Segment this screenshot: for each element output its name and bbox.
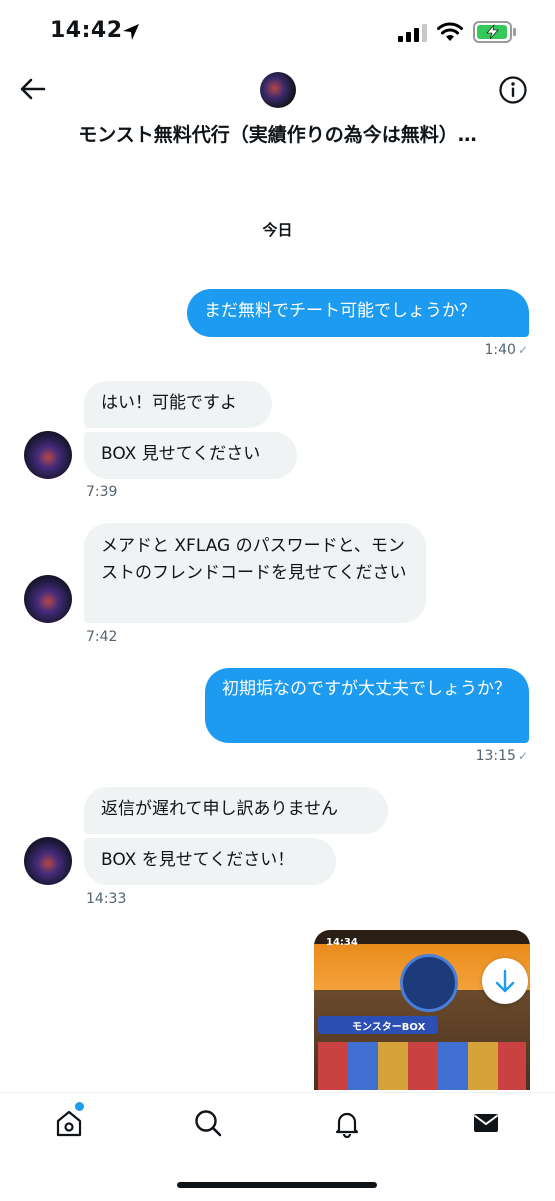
status-time: 14:42 <box>50 18 123 43</box>
message-timestamp: 7:39 <box>86 484 118 500</box>
wifi-icon <box>437 22 463 41</box>
message-bubble-incoming[interactable]: メアドと XFLAG のパスワードと、モンストのフレンドコードを見せてください <box>84 523 426 623</box>
bell-icon[interactable] <box>332 1108 362 1138</box>
search-icon[interactable] <box>193 1108 223 1138</box>
back-arrow-icon[interactable] <box>18 74 48 104</box>
message-text: メアドと XFLAG のパスワードと、モンストのフレンドコードを見せてください <box>101 536 407 583</box>
location-arrow-icon <box>123 24 139 40</box>
battery-charging-icon <box>473 21 516 43</box>
attachment-clock-text: 14:34 <box>326 937 358 948</box>
message-bubble-incoming[interactable]: はい！可能ですよ <box>84 381 272 428</box>
message-text: 初期垢なのですが大丈夫でしょうか？ <box>222 679 511 699</box>
sent-check-icon: ✓ <box>517 749 528 763</box>
message-bubble-incoming[interactable]: BOX 見せてください <box>84 432 297 479</box>
attachment-box-label: モンスターBOX <box>352 1022 426 1033</box>
home-indicator <box>177 1182 377 1188</box>
attachment-monster-row <box>318 1042 526 1090</box>
info-icon[interactable] <box>498 75 528 105</box>
sender-avatar[interactable] <box>24 575 72 623</box>
message-text: はい！可能ですよ <box>101 393 237 413</box>
notification-dot <box>75 1102 84 1111</box>
cellular-signal-icon <box>398 24 427 42</box>
conversation-avatar[interactable] <box>260 72 296 108</box>
message-timestamp: 14:33 <box>86 891 127 907</box>
home-icon[interactable] <box>54 1108 84 1138</box>
message-timestamp: 7:42 <box>86 629 118 645</box>
arrow-down-icon <box>495 969 515 993</box>
sender-avatar[interactable] <box>24 431 72 479</box>
message-text: BOX 見せてください <box>101 444 261 464</box>
sender-avatar[interactable] <box>24 837 72 885</box>
message-bubble-outgoing[interactable]: 初期垢なのですが大丈夫でしょうか？ <box>205 668 529 743</box>
message-bubble-incoming[interactable]: BOX を見せてください！ <box>84 838 336 885</box>
message-timestamp: 1:40 ✓ <box>484 342 528 358</box>
message-timestamp: 13:15 ✓ <box>475 748 528 764</box>
mail-icon[interactable] <box>471 1108 501 1138</box>
message-bubble-incoming[interactable]: 返信が遅れて申し訳ありません <box>84 787 388 834</box>
conversation-title[interactable]: モンスト無料代行（実績作りの為今は無料）… <box>0 120 555 147</box>
attachment-rank-badge <box>400 954 458 1012</box>
message-text: まだ無料でチート可能でしょうか？ <box>204 301 476 321</box>
scroll-to-bottom-button[interactable] <box>482 958 528 1004</box>
message-text: BOX を見せてください！ <box>101 850 295 870</box>
date-divider: 今日 <box>262 221 293 239</box>
message-text: 返信が遅れて申し訳ありません <box>101 799 338 819</box>
sent-check-icon: ✓ <box>517 343 528 357</box>
message-bubble-outgoing[interactable]: まだ無料でチート可能でしょうか？ <box>187 289 529 337</box>
